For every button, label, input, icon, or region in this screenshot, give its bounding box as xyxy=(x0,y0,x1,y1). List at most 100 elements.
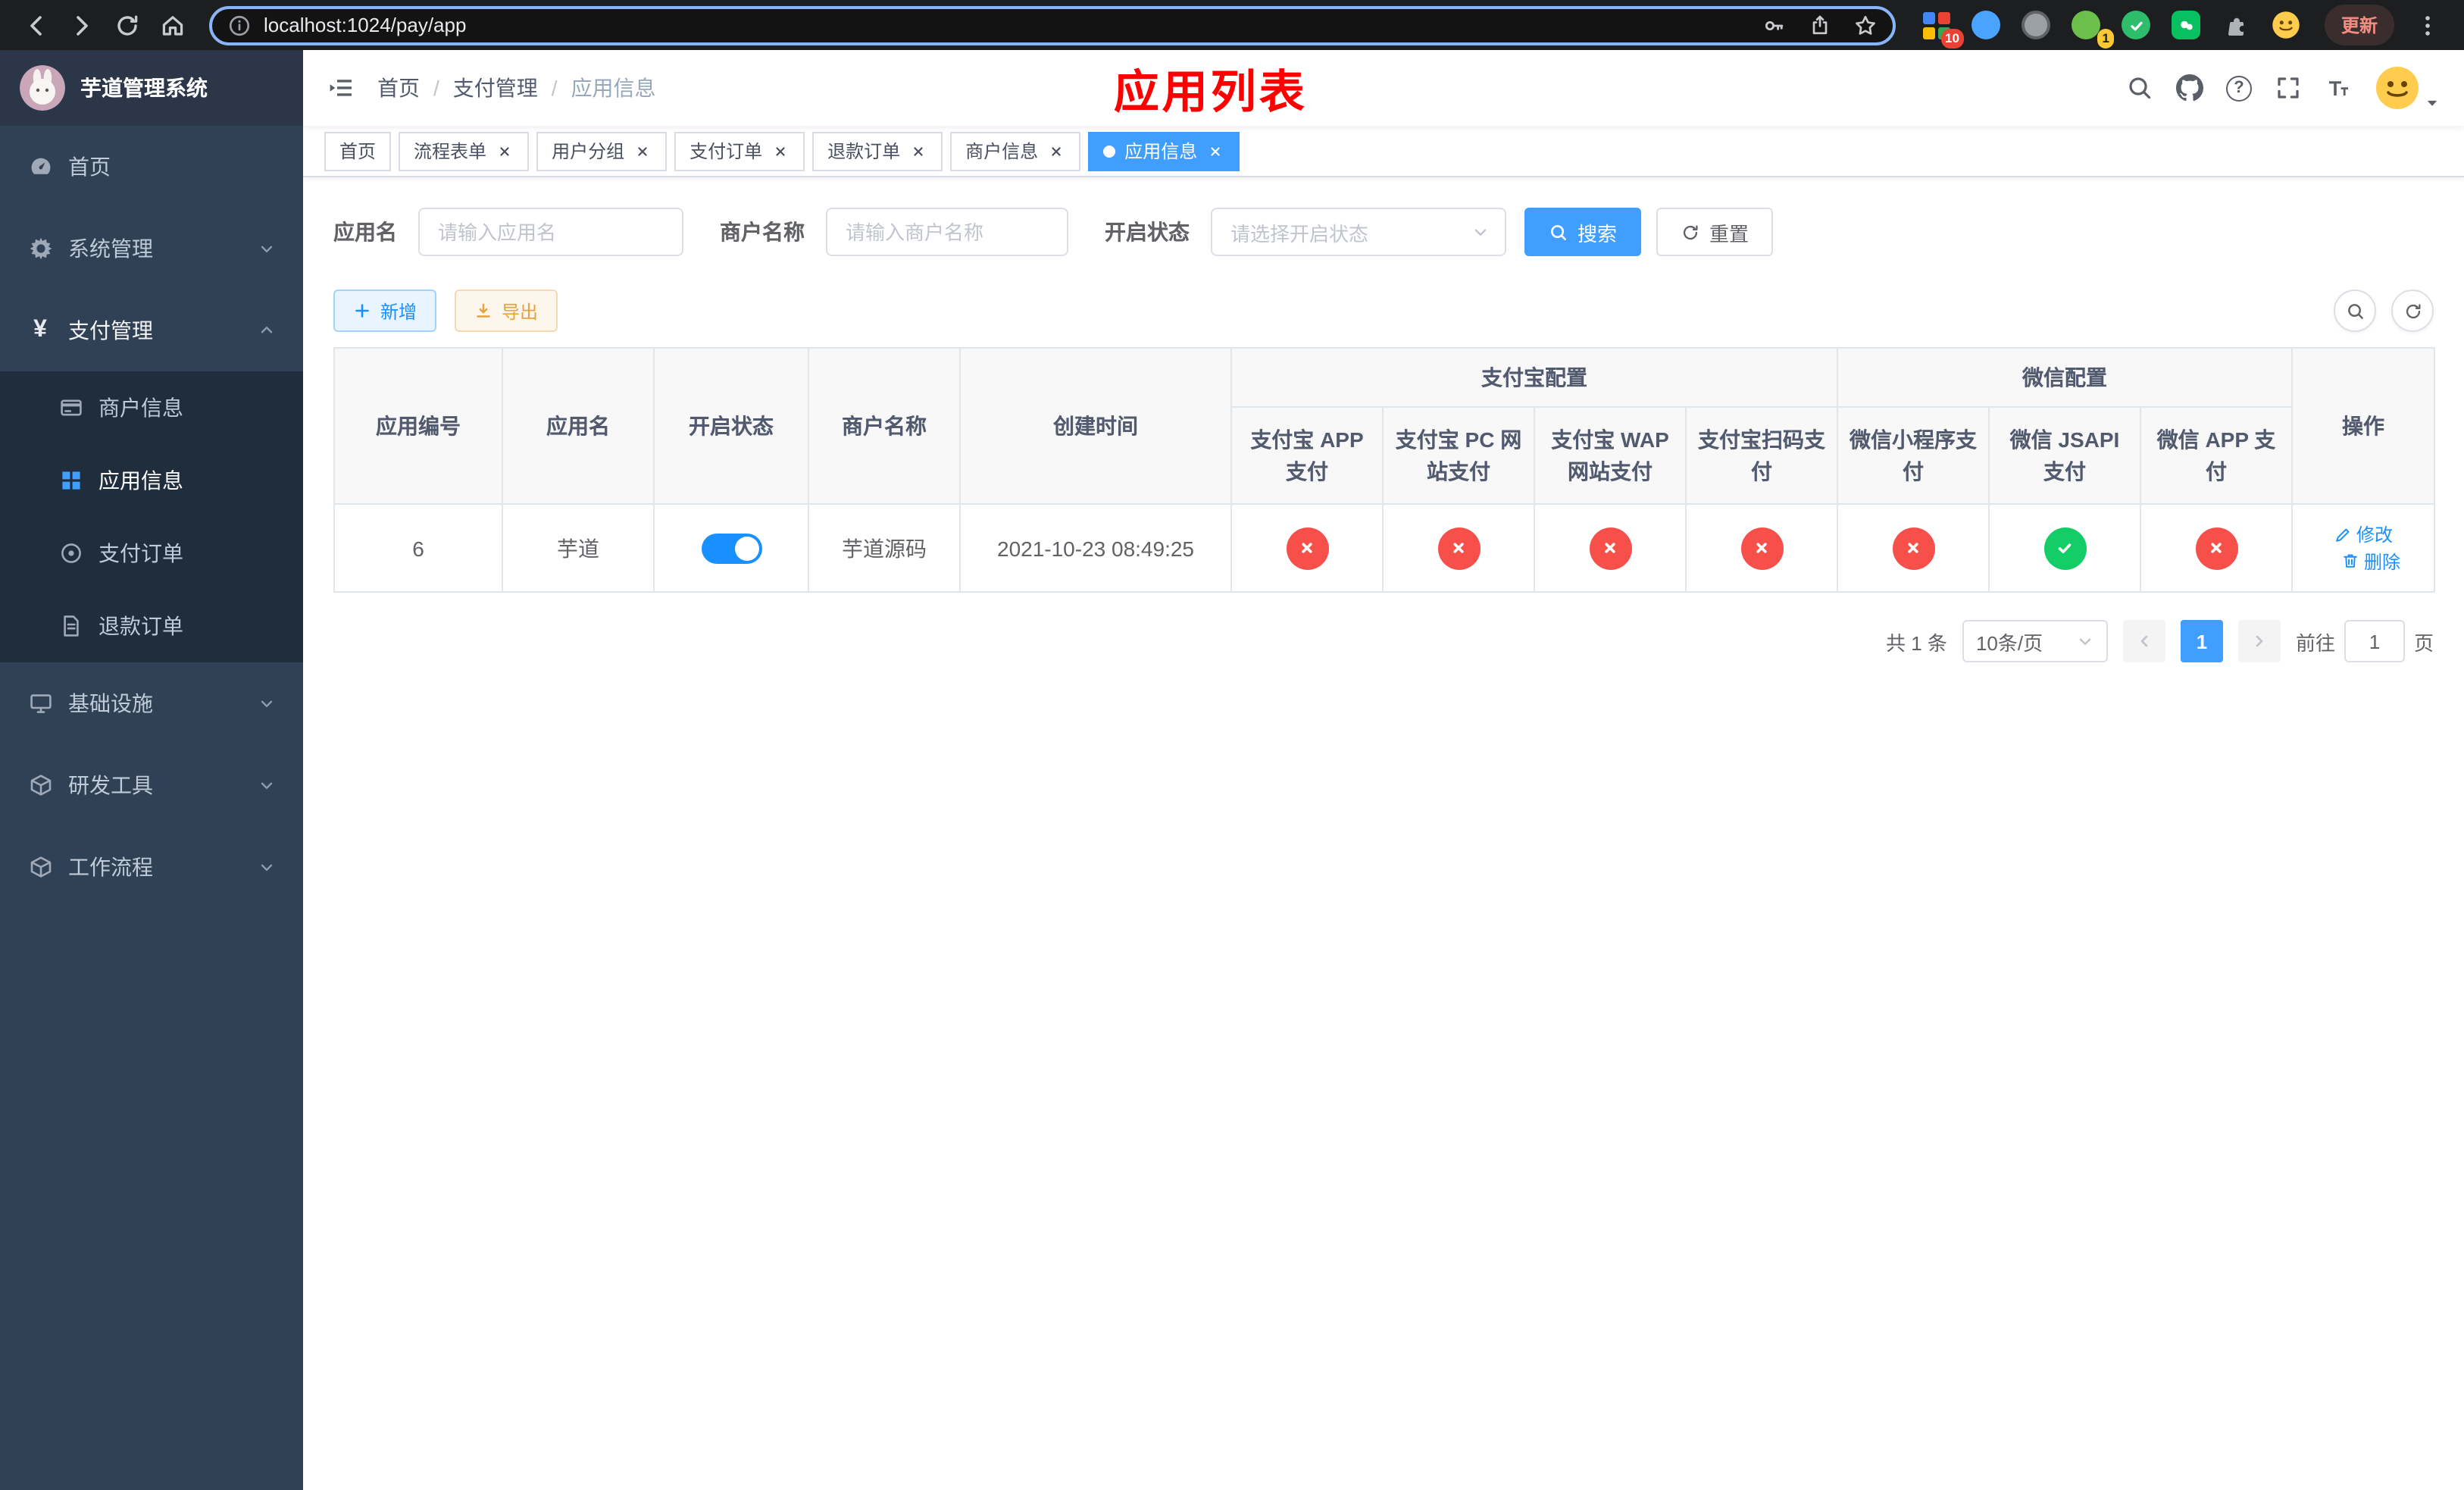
tab-close-button[interactable] xyxy=(1206,142,1224,160)
help-button[interactable]: ? xyxy=(2226,75,2252,101)
col-header-alipay-pc: 支付宝 PC 网站支付 xyxy=(1382,406,1535,505)
col-header-wx-app: 微信 APP 支付 xyxy=(2140,406,2293,505)
fullscreen-button[interactable] xyxy=(2275,74,2302,102)
table-row: 6 芋道 芋道源码 2021-10-23 08:49:25 修改 删除 xyxy=(333,503,2435,593)
tab-process-form[interactable]: 流程表单 xyxy=(399,131,530,171)
page-size-select[interactable]: 10条/页 xyxy=(1962,620,2108,662)
tab-merchant-info[interactable]: 商户信息 xyxy=(950,131,1081,171)
extension-grid-icon[interactable]: 10 xyxy=(1917,5,1964,48)
sidebar-item-system[interactable]: 系统管理 xyxy=(0,208,303,290)
export-button[interactable]: 导出 xyxy=(455,290,558,332)
sidebar-item-merchant-info[interactable]: 商户信息 xyxy=(0,371,303,444)
font-size-button[interactable] xyxy=(2325,74,2352,102)
cross-status-icon xyxy=(2195,527,2237,569)
emoji-face-icon xyxy=(2273,11,2300,39)
browser-reload-button[interactable] xyxy=(106,4,149,46)
breadcrumb-home[interactable]: 首页 xyxy=(377,73,420,103)
tab-label: 应用信息 xyxy=(1124,141,1198,162)
github-link-button[interactable] xyxy=(2176,74,2203,102)
col-header-app-id: 应用编号 xyxy=(333,347,503,505)
next-page-button[interactable] xyxy=(2237,620,2281,662)
toggle-search-button[interactable] xyxy=(2334,290,2376,332)
extension-check-icon[interactable] xyxy=(2117,5,2156,45)
browser-forward-button[interactable] xyxy=(61,4,103,46)
chevron-up-icon xyxy=(261,327,273,333)
password-key-button[interactable] xyxy=(1756,7,1793,43)
cell-wx-app xyxy=(2140,503,2293,593)
tab-app-info[interactable]: 应用信息 xyxy=(1088,131,1240,171)
browser-profile-avatar[interactable] xyxy=(2267,5,2306,45)
browser-menu-button[interactable] xyxy=(2406,4,2449,46)
check-status-icon xyxy=(2043,527,2086,569)
search-icon xyxy=(2347,303,2362,318)
tab-close-button[interactable] xyxy=(909,142,927,160)
reset-button[interactable]: 重置 xyxy=(1656,208,1774,256)
font-size-icon xyxy=(2329,81,2348,95)
address-bar[interactable]: localhost:1024/pay/app xyxy=(209,5,1896,45)
browser-back-button[interactable] xyxy=(15,4,58,46)
goto-page-input[interactable] xyxy=(2344,620,2405,662)
browser-update-button[interactable]: 更新 xyxy=(2324,5,2394,45)
merchant-name-input[interactable] xyxy=(826,208,1068,256)
tab-label: 首页 xyxy=(339,141,377,162)
extension-drop-icon[interactable] xyxy=(1967,5,2006,45)
tab-pay-order[interactable]: 支付订单 xyxy=(674,131,805,171)
chevron-down-icon xyxy=(2079,638,2091,645)
navbar: 首页 / 支付管理 / 应用信息 应用列表 ? xyxy=(303,50,2464,126)
tab-close-button[interactable] xyxy=(771,142,790,160)
app-name-input[interactable] xyxy=(418,208,683,256)
tab-label: 退款订单 xyxy=(827,141,901,162)
sidebar-item-app-info[interactable]: 应用信息 xyxy=(0,444,303,517)
group-header-wechat: 微信配置 xyxy=(1837,347,2293,408)
delete-row-button[interactable]: 删除 xyxy=(2341,548,2400,574)
status-select[interactable]: 请选择开启状态 xyxy=(1211,208,1506,256)
tags-view-bar: 首页 流程表单 用户分组 支付订单 退款订单 商户信息 应用信息 xyxy=(303,126,2464,177)
tab-label: 用户分组 xyxy=(552,141,625,162)
status-toggle[interactable] xyxy=(701,533,761,563)
sidebar-item-payment[interactable]: ¥ 支付管理 xyxy=(0,290,303,371)
sidebar-item-home[interactable]: 首页 xyxy=(0,126,303,208)
tab-refund-order[interactable]: 退款订单 xyxy=(812,131,943,171)
sidebar-item-devtool[interactable]: 研发工具 xyxy=(0,744,303,826)
sidebar-item-pay-order[interactable]: 支付订单 xyxy=(0,517,303,590)
extensions-puzzle-button[interactable] xyxy=(2217,5,2256,45)
site-info-icon[interactable] xyxy=(227,13,252,37)
prev-page-button[interactable] xyxy=(2122,620,2165,662)
header-search-button[interactable] xyxy=(2126,74,2153,102)
cross-status-icon xyxy=(1740,527,1783,569)
tab-close-button[interactable] xyxy=(496,142,514,160)
kebab-menu-icon xyxy=(2425,15,2430,35)
browser-home-button[interactable] xyxy=(152,4,194,46)
tab-label: 商户信息 xyxy=(965,141,1039,162)
user-avatar-menu[interactable] xyxy=(2375,65,2440,111)
share-button[interactable] xyxy=(1802,7,1838,43)
chevron-down-icon xyxy=(1474,229,1487,236)
sidebar-toggle-button[interactable] xyxy=(327,74,355,102)
bookmark-star-button[interactable] xyxy=(1847,7,1884,43)
add-button-label: 新增 xyxy=(380,301,417,322)
page-jumper: 前往 页 xyxy=(2296,620,2434,662)
pencil-icon xyxy=(2336,527,2350,541)
pagination-total: 共 1 条 xyxy=(1886,631,1947,654)
add-button[interactable]: 新增 xyxy=(333,290,437,332)
refresh-table-button[interactable] xyxy=(2391,290,2434,332)
edit-row-button[interactable]: 修改 xyxy=(2334,521,2393,547)
tab-close-button[interactable] xyxy=(633,142,652,160)
target-circle-icon xyxy=(58,540,83,566)
col-header-wx-mini: 微信小程序支付 xyxy=(1837,406,1990,505)
sidebar-item-refund-order[interactable]: 退款订单 xyxy=(0,590,303,662)
app-logo[interactable]: 芋道管理系统 xyxy=(0,50,303,126)
search-button[interactable]: 搜索 xyxy=(1524,208,1642,256)
tab-close-button[interactable] xyxy=(1047,142,1065,160)
tab-home[interactable]: 首页 xyxy=(324,131,392,171)
green-avatar-icon xyxy=(2072,11,2101,39)
page-number-1[interactable]: 1 xyxy=(2180,620,2223,662)
extension-gray-icon[interactable] xyxy=(2017,5,2056,45)
sidebar-item-workflow[interactable]: 工作流程 xyxy=(0,826,303,908)
tab-user-group[interactable]: 用户分组 xyxy=(536,131,668,171)
breadcrumb-payment[interactable]: 支付管理 xyxy=(453,73,538,103)
extension-avatar-icon[interactable]: 1 xyxy=(2067,5,2114,48)
extension-wechat-icon[interactable] xyxy=(2167,5,2206,45)
sidebar-item-infra[interactable]: 基础设施 xyxy=(0,662,303,744)
cross-status-icon xyxy=(1589,527,1631,569)
